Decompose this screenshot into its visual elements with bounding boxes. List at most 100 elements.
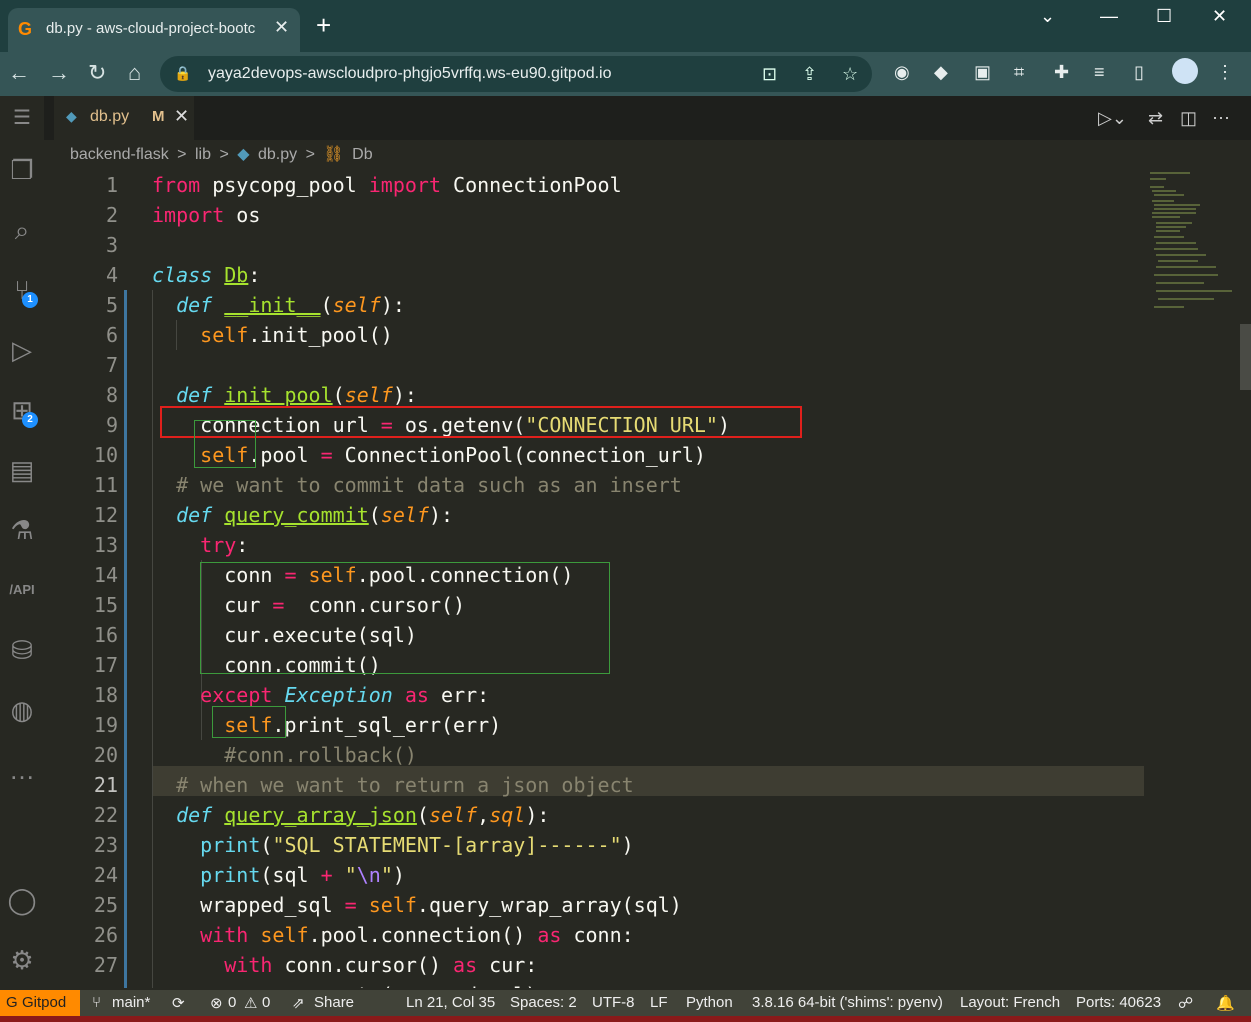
tab-search-dropdown-icon[interactable]: ⌄	[1040, 6, 1055, 27]
bottom-edge	[0, 1016, 1251, 1022]
red-highlight-box	[160, 406, 802, 438]
close-window-button[interactable]: ✕	[1212, 6, 1227, 27]
split-editor-icon[interactable]: ◫	[1180, 108, 1197, 129]
line-number: 21	[93, 773, 118, 797]
python-interpreter[interactable]: 3.8.16 64-bit ('shims': pyenv)	[752, 994, 943, 1011]
side-panel-icon[interactable]: ▯	[1134, 62, 1144, 83]
keyboard-layout[interactable]: Layout: French	[960, 994, 1060, 1011]
bookmark-star-icon[interactable]: ☆	[842, 64, 858, 85]
line-number: 23	[93, 833, 118, 857]
extension-icon[interactable]: ◉	[894, 62, 910, 83]
code-line: except Exception as err:	[200, 683, 490, 707]
code-editor[interactable]: 1 from psycopg_pool import ConnectionPool…	[44, 170, 1144, 988]
explorer-icon[interactable]: ❐	[4, 152, 40, 188]
minimize-button[interactable]: —	[1100, 6, 1118, 27]
home-icon[interactable]: ⌂	[128, 60, 141, 86]
gitpod-label: Gitpod	[22, 994, 67, 1011]
share-icon[interactable]: ⇪	[802, 64, 817, 85]
maximize-button[interactable]: ☐	[1156, 6, 1172, 27]
open-changes-icon[interactable]: ⇄	[1148, 108, 1163, 129]
editor-tab-bar: ◆ db.py M ✕ ▷⌄ ⇄ ◫ ⋯	[44, 96, 1251, 140]
error-count[interactable]: 0	[228, 994, 236, 1011]
run-python-icon[interactable]: ▷⌄	[1098, 108, 1127, 129]
breadcrumb-separator: >	[177, 146, 187, 163]
language-mode[interactable]: Python	[686, 994, 733, 1011]
menu-icon[interactable]: ☰	[4, 100, 40, 136]
line-number: 19	[93, 713, 118, 737]
testing-icon[interactable]: ⚗	[4, 512, 40, 548]
github-icon[interactable]: ◍	[4, 692, 40, 728]
activity-bar: ☰ ❐ ⌕ ⑂ 1 ▷ ⊞ 2 ▤ ⚗ /API ⛁ ◍ … ◯ ⚙	[0, 96, 44, 988]
code-line: try:	[200, 533, 249, 557]
settings-gear-icon[interactable]: ⚙	[4, 942, 40, 978]
cursor-position[interactable]: Ln 21, Col 35	[406, 994, 495, 1011]
url-text[interactable]: yaya2devops-awscloudpro-phgjo5vrffq.ws-e…	[208, 65, 612, 83]
code-line: # when we want to return a json object	[176, 773, 634, 797]
extension-icon[interactable]: ◆	[934, 62, 948, 83]
line-number: 9	[105, 413, 118, 437]
vertical-scrollbar[interactable]	[1240, 324, 1251, 390]
gitpod-button[interactable]: G Gitpod	[0, 990, 80, 1016]
python-file-icon: ◆	[237, 146, 250, 163]
editor-tab-db-py[interactable]: ◆ db.py M ✕	[54, 96, 194, 140]
more-icon[interactable]: …	[4, 752, 40, 788]
breadcrumb-folder[interactable]: lib	[195, 146, 211, 163]
breadcrumb-symbol[interactable]: Db	[352, 146, 372, 163]
forward-arrow-icon[interactable]: →	[48, 60, 70, 86]
breadcrumb-separator: >	[219, 146, 229, 163]
docker-icon[interactable]: ▤	[4, 452, 40, 488]
search-icon[interactable]: ⌕	[4, 212, 40, 248]
line-number: 2	[105, 203, 118, 227]
feedback-icon[interactable]: ☍	[1178, 994, 1193, 1012]
line-number: 3	[105, 233, 118, 257]
close-editor-tab-icon[interactable]: ✕	[174, 106, 189, 127]
run-debug-icon[interactable]: ▷	[4, 332, 40, 368]
code-line: print("SQL STATEMENT-[array]------")	[200, 833, 634, 857]
source-control-badge: 1	[22, 292, 38, 308]
ports[interactable]: Ports: 40623	[1076, 994, 1161, 1011]
new-tab-button[interactable]: +	[316, 12, 331, 38]
browser-tab-title: db.py - aws-cloud-project-bootc	[46, 20, 256, 37]
warning-icon: ⚠	[244, 995, 258, 1012]
minimap[interactable]	[1146, 170, 1240, 315]
screenshot-icon[interactable]: ⌗	[1014, 62, 1024, 83]
end-of-line[interactable]: LF	[650, 994, 668, 1011]
branch-status[interactable]: main*	[112, 994, 150, 1011]
line-number: 10	[93, 443, 118, 467]
code-line: print(sql + "\n")	[200, 863, 405, 887]
database-icon[interactable]: ⛁	[4, 632, 40, 668]
gitpod-icon: G	[6, 994, 18, 1011]
indentation[interactable]: Spaces: 2	[510, 994, 577, 1011]
reload-icon[interactable]: ↻	[88, 60, 106, 86]
profile-avatar[interactable]	[1172, 58, 1198, 84]
breadcrumb-file[interactable]: db.py	[258, 146, 297, 163]
line-number: 22	[93, 803, 118, 827]
close-tab-icon[interactable]: ✕	[274, 17, 289, 38]
reading-list-icon[interactable]: ≡	[1094, 62, 1105, 83]
line-number: 16	[93, 623, 118, 647]
python-file-icon: ◆	[66, 108, 77, 124]
more-actions-icon[interactable]: ⋯	[1212, 108, 1230, 129]
notifications-bell-icon[interactable]: 🔔	[1216, 994, 1235, 1012]
warning-count[interactable]: 0	[262, 994, 270, 1011]
translate-icon[interactable]: ⊡	[762, 64, 777, 85]
code-line: self.print_sql_err(err)	[224, 713, 502, 737]
extensions-puzzle-icon[interactable]: ✚	[1054, 62, 1069, 83]
accounts-icon[interactable]: ◯	[4, 882, 40, 918]
editor-tab-label: db.py	[90, 108, 130, 125]
back-arrow-icon[interactable]: ←	[8, 60, 30, 86]
extension-icon[interactable]: ▣	[974, 62, 991, 83]
status-bar: G Gitpod ⑂ main* ⟳ ⊗ 0 ⚠ 0 ⇗ Share Ln 21…	[0, 990, 1251, 1016]
encoding[interactable]: UTF-8	[592, 994, 635, 1011]
browser-menu-icon[interactable]: ⋮	[1216, 62, 1234, 83]
share-button[interactable]: Share	[314, 994, 354, 1011]
breadcrumb-folder[interactable]: backend-flask	[70, 146, 169, 163]
line-number: 25	[93, 893, 118, 917]
gitpod-favicon-icon: G	[18, 19, 33, 39]
code-line: def query_commit(self):	[176, 503, 454, 527]
address-bar[interactable]: 🔒 yaya2devops-awscloudpro-phgjo5vrffq.ws…	[160, 56, 872, 92]
sync-icon[interactable]: ⟳	[172, 994, 185, 1012]
lock-icon[interactable]: 🔒	[174, 65, 191, 82]
browser-tab[interactable]: G db.py - aws-cloud-project-bootc ✕	[8, 8, 300, 52]
api-icon[interactable]: /API	[4, 572, 40, 608]
